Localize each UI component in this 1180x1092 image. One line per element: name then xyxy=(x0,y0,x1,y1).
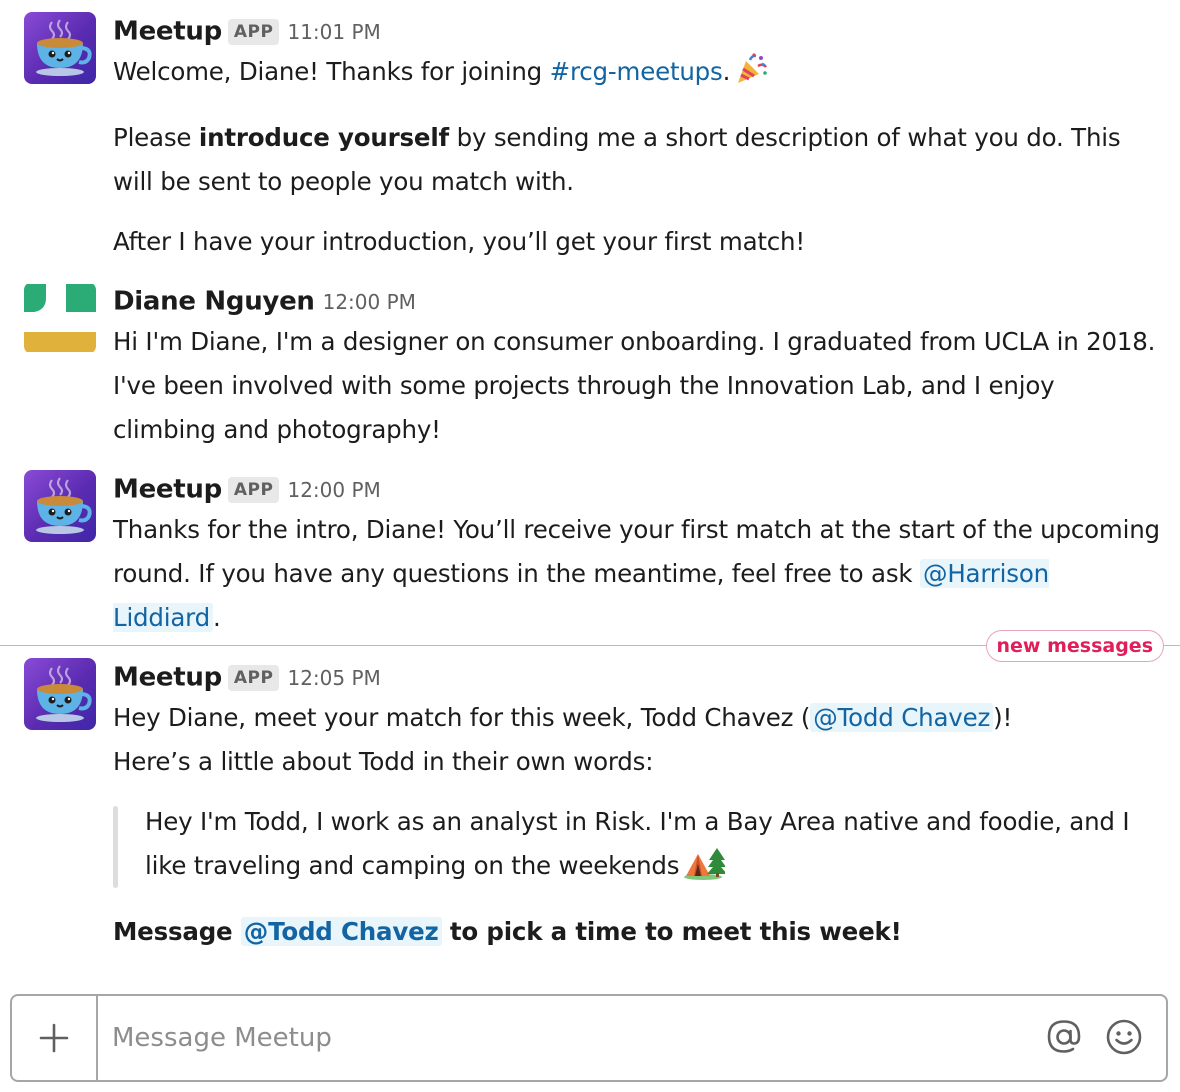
diane-avatar[interactable] xyxy=(24,282,96,354)
timestamp[interactable]: 12:05 PM xyxy=(287,666,380,690)
meetup-avatar[interactable] xyxy=(24,12,96,84)
app-badge: APP xyxy=(227,476,280,503)
channel-link[interactable]: #rcg-meetups xyxy=(550,57,723,86)
mention-button[interactable] xyxy=(1044,1017,1084,1057)
blockquote: Hey I'm Todd, I work as an analyst in Ri… xyxy=(113,800,1164,894)
bold-text: introduce yourself xyxy=(198,123,450,152)
sender-name[interactable]: Diane Nguyen xyxy=(113,287,315,317)
text-segment: Welcome, Diane! Thanks for joining xyxy=(113,57,550,86)
smiley-icon xyxy=(1106,1019,1142,1055)
text-segment: . xyxy=(212,603,221,632)
text-segment: to pick a time to meet this week! xyxy=(441,917,902,946)
teacup-icon xyxy=(36,477,92,534)
text-segment: Please xyxy=(113,123,199,152)
message-text: Please introduce yourself by sending me … xyxy=(113,116,1164,204)
tent-tree-icon xyxy=(683,846,728,894)
timestamp[interactable]: 12:00 PM xyxy=(287,478,380,502)
message-composer xyxy=(10,994,1168,1082)
sender-name[interactable]: Meetup xyxy=(113,475,222,505)
meetup-avatar[interactable] xyxy=(24,658,96,730)
party-popper-icon xyxy=(734,52,768,100)
user-avatar-icon xyxy=(24,284,96,352)
message-text: Message @Todd Chavez to pick a time to m… xyxy=(113,910,1164,954)
app-badge: APP xyxy=(227,664,280,691)
plus-icon xyxy=(39,1023,69,1053)
sender-name[interactable]: Meetup xyxy=(113,17,222,47)
emoji-button[interactable] xyxy=(1104,1017,1144,1057)
attach-button[interactable] xyxy=(12,996,98,1080)
text-segment: . xyxy=(722,57,731,86)
message-text: After I have your introduction, you’ll g… xyxy=(113,227,806,256)
message-input[interactable] xyxy=(112,996,1026,1080)
app-badge: APP xyxy=(227,18,280,45)
teacup-icon xyxy=(36,665,92,722)
message-text: Welcome, Diane! Thanks for joining #rcg-… xyxy=(113,50,1164,100)
message-text: Here’s a little about Todd in their own … xyxy=(113,747,654,776)
quote-text: Hey I'm Todd, I work as an analyst in Ri… xyxy=(145,807,1130,880)
sender-name[interactable]: Meetup xyxy=(113,663,222,693)
text-segment: )! xyxy=(993,703,1013,732)
teacup-icon xyxy=(36,19,92,76)
message-text: Hey Diane, meet your match for this week… xyxy=(113,696,1164,740)
message-text: Hi I'm Diane, I'm a designer on consumer… xyxy=(113,327,1156,444)
quote-bar xyxy=(113,806,118,888)
at-icon xyxy=(1047,1020,1081,1053)
meetup-avatar[interactable] xyxy=(24,470,96,542)
message-text: Thanks for the intro, Diane! You’ll rece… xyxy=(113,508,1164,640)
timestamp[interactable]: 12:00 PM xyxy=(323,290,416,314)
user-mention[interactable]: @Todd Chavez xyxy=(810,703,994,732)
timestamp[interactable]: 11:01 PM xyxy=(287,20,380,44)
text-segment: Message xyxy=(113,917,241,946)
text-segment: Hey Diane, meet your match for this week… xyxy=(113,703,811,732)
user-mention[interactable]: @Todd Chavez xyxy=(240,917,442,946)
